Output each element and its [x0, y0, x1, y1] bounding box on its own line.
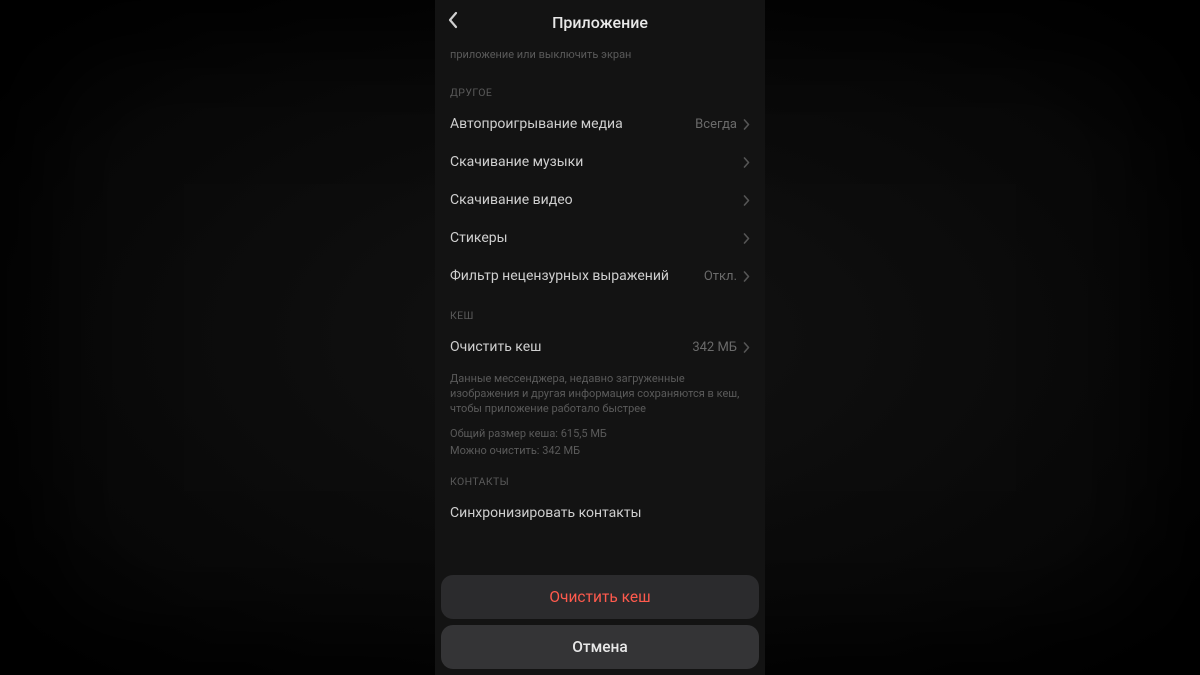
- chevron-right-icon: [743, 195, 750, 206]
- row-clear-cache[interactable]: Очистить кеш 342 МБ: [435, 328, 765, 366]
- chevron-right-icon: [743, 119, 750, 130]
- chevron-left-icon: [447, 11, 459, 29]
- chevron-right-icon: [743, 342, 750, 353]
- row-right: 342 МБ: [692, 340, 750, 355]
- cache-cleanable: Можно очистить: 342 МБ: [435, 444, 765, 461]
- chevron-right-icon: [743, 157, 750, 168]
- previous-section-hint: приложение или выключить экран: [435, 44, 765, 72]
- row-right: Всегда: [695, 117, 750, 132]
- row-label: Стикеры: [450, 230, 508, 246]
- row-value: 342 МБ: [692, 340, 737, 355]
- row-value: Всегда: [695, 117, 737, 132]
- cache-total: Общий размер кеша: 615,5 МБ: [435, 421, 765, 444]
- clear-cache-button[interactable]: Очистить кеш: [441, 575, 759, 619]
- row-label: Автопроигрывание медиа: [450, 116, 623, 132]
- row-label: Скачивание музыки: [450, 154, 583, 170]
- action-sheet: Очистить кеш Отмена: [435, 571, 765, 675]
- row-label: Синхронизировать контакты: [450, 505, 641, 521]
- row-value: Откл.: [704, 269, 737, 284]
- row-sync-contacts[interactable]: Синхронизировать контакты: [435, 494, 765, 532]
- row-autoplay-media[interactable]: Автопроигрывание медиа Всегда: [435, 105, 765, 143]
- row-right: [743, 233, 750, 244]
- cancel-button[interactable]: Отмена: [441, 625, 759, 669]
- row-video-download[interactable]: Скачивание видео: [435, 181, 765, 219]
- row-music-download[interactable]: Скачивание музыки: [435, 143, 765, 181]
- app-header: Приложение: [435, 0, 765, 44]
- section-header-other: ДРУГОЕ: [435, 72, 765, 105]
- page-title: Приложение: [552, 13, 648, 32]
- row-right: Откл.: [704, 269, 750, 284]
- chevron-right-icon: [743, 271, 750, 282]
- row-profanity-filter[interactable]: Фильтр нецензурных выражений Откл.: [435, 257, 765, 295]
- row-label: Скачивание видео: [450, 192, 573, 208]
- chevron-right-icon: [743, 233, 750, 244]
- section-header-cache: КЕШ: [435, 295, 765, 328]
- phone-screen: Приложение приложение или выключить экра…: [435, 0, 765, 675]
- cache-description: Данные мессенджера, недавно загруженные …: [435, 366, 765, 421]
- section-header-contacts: КОНТАКТЫ: [435, 461, 765, 494]
- row-label: Фильтр нецензурных выражений: [450, 268, 669, 284]
- back-button[interactable]: [443, 7, 463, 37]
- row-right: [743, 195, 750, 206]
- row-right: [743, 157, 750, 168]
- row-stickers[interactable]: Стикеры: [435, 219, 765, 257]
- row-label: Очистить кеш: [450, 339, 542, 355]
